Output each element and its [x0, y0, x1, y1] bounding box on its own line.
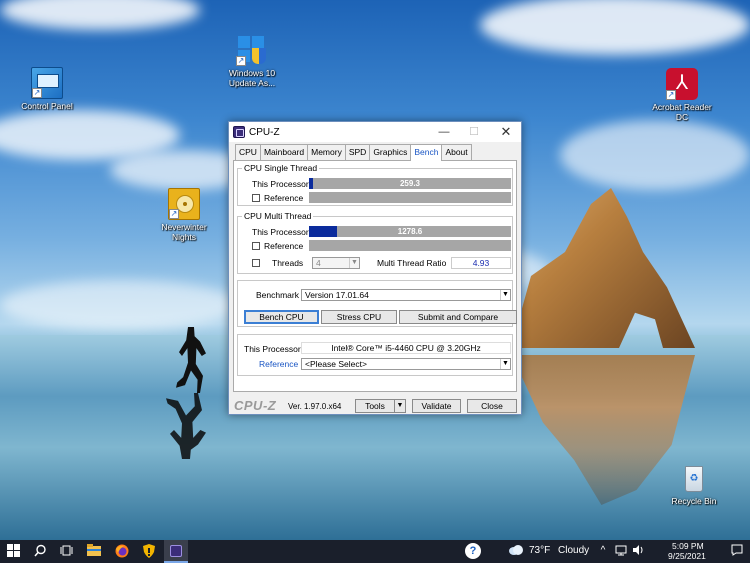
- help-icon[interactable]: ?: [465, 543, 481, 559]
- version-label: Ver. 1.97.0.x64: [288, 402, 342, 411]
- threads-value: 4: [316, 258, 321, 268]
- multi-thread-group: CPU Multi Thread This Processor 1278.6 R…: [237, 211, 513, 274]
- task-view-icon[interactable]: [59, 544, 73, 558]
- weather-cloud-icon[interactable]: [508, 544, 524, 558]
- reference-processor-value: <Please Select>: [305, 359, 367, 369]
- single-reference-label: Reference: [264, 193, 304, 203]
- tab-spd[interactable]: SPD: [344, 144, 371, 160]
- cpuz-window: CPU-Z — ☐ ✕ CPU Mainboard Memory SPD Gra…: [228, 121, 522, 415]
- threads-select[interactable]: 4 ▼: [312, 257, 360, 269]
- maximize-button[interactable]: ☐: [459, 122, 489, 142]
- tab-mainboard[interactable]: Mainboard: [259, 144, 309, 160]
- tools-dropdown-button[interactable]: ▼: [394, 399, 406, 413]
- multi-thread-ratio-value: 4.93: [451, 257, 511, 269]
- tab-graphics[interactable]: Graphics: [369, 144, 412, 160]
- processor-name-value: Intel® Core™ i5-4460 CPU @ 3.20GHz: [301, 342, 511, 354]
- volume-icon[interactable]: [631, 544, 645, 558]
- chevron-down-icon: ▼: [349, 258, 359, 268]
- notification-icon[interactable]: [730, 544, 744, 558]
- weather-temp[interactable]: 73°F: [529, 545, 550, 556]
- chevron-up-icon[interactable]: ^: [596, 544, 610, 558]
- benchmark-version-value: Version 17.01.64: [305, 290, 369, 300]
- multi-reference-label: Reference: [264, 241, 304, 251]
- desktop-icon-windows-update[interactable]: ↗ Windows 10 Update As...: [222, 34, 282, 88]
- multi-this-processor-label: This Processor: [252, 227, 309, 237]
- security-shield-icon[interactable]: [142, 544, 156, 558]
- tab-bench[interactable]: Bench: [410, 144, 443, 161]
- desktop-icon-recycle-bin[interactable]: ♻ Recycle Bin: [664, 462, 724, 506]
- clock-time[interactable]: 5:09 PM: [672, 541, 704, 551]
- single-this-processor-label: This Processor: [252, 179, 309, 189]
- single-reference-checkbox[interactable]: [252, 194, 260, 202]
- desktop-icon-control-panel[interactable]: ↗ Control Panel: [17, 67, 77, 111]
- bench-cpu-button[interactable]: Bench CPU: [244, 310, 319, 324]
- desktop-icon-neverwinter-nights[interactable]: ↗ Neverwinter Nights: [154, 188, 214, 242]
- multi-thread-title: CPU Multi Thread: [242, 211, 314, 221]
- control-panel-icon: ↗: [31, 67, 63, 99]
- stress-cpu-button[interactable]: Stress CPU: [321, 310, 397, 324]
- taskbar: ? 73°F Cloudy ^ 5:09 PM 9/25/2021: [0, 540, 750, 563]
- tab-cpu[interactable]: CPU: [235, 144, 261, 160]
- processor-info-group: This Processor Intel® Core™ i5-4460 CPU …: [237, 334, 513, 376]
- minimize-button[interactable]: —: [429, 122, 459, 142]
- benchmark-label: Benchmark: [256, 290, 299, 300]
- chevron-down-icon: ▼: [500, 359, 510, 369]
- submit-compare-button[interactable]: Submit and Compare: [399, 310, 517, 324]
- taskbar-cpuz-button[interactable]: [164, 540, 188, 563]
- firefox-icon[interactable]: [115, 544, 129, 558]
- validate-button[interactable]: Validate: [412, 399, 461, 413]
- single-thread-title: CPU Single Thread: [242, 163, 320, 173]
- multi-thread-ratio-label: Multi Thread Ratio: [377, 258, 447, 268]
- neverwinter-disc-icon: ↗: [168, 188, 200, 220]
- weather-desc[interactable]: Cloudy: [558, 545, 589, 556]
- chevron-down-icon: ▼: [396, 402, 404, 409]
- benchmark-group: Benchmark Version 17.01.64 ▼ Bench CPU S…: [237, 280, 517, 327]
- chevron-down-icon: ▼: [500, 290, 510, 300]
- tab-about[interactable]: About: [441, 144, 472, 160]
- benchmark-version-select[interactable]: Version 17.01.64 ▼: [301, 289, 511, 301]
- threads-checkbox[interactable]: [252, 259, 260, 267]
- acrobat-reader-icon: ⅄ ↗: [666, 68, 698, 100]
- search-icon[interactable]: [33, 544, 47, 558]
- desktop-icon-acrobat-reader[interactable]: ⅄ ↗ Acrobat Reader DC: [652, 68, 712, 122]
- file-explorer-icon[interactable]: [87, 544, 101, 558]
- cpuz-app-icon: [233, 126, 245, 138]
- multi-reference-checkbox[interactable]: [252, 242, 260, 250]
- window-footer: CPU-Z Ver. 1.97.0.x64 Tools ▼ Validate C…: [229, 396, 521, 416]
- multi-thread-score: 1278.6: [397, 227, 423, 236]
- info-this-processor-label: This Processor: [244, 344, 301, 354]
- threads-label: Threads: [272, 258, 304, 268]
- window-titlebar[interactable]: CPU-Z — ☐ ✕: [229, 122, 521, 142]
- cpuz-logo: CPU-Z: [234, 398, 277, 413]
- tab-bar: CPU Mainboard Memory SPD Graphics Bench …: [235, 144, 472, 161]
- single-thread-score: 259.3: [399, 179, 421, 188]
- tools-button[interactable]: Tools: [355, 399, 395, 413]
- recycle-bin-icon: ♻: [678, 462, 710, 494]
- cpuz-app-icon: [170, 545, 182, 557]
- reference-processor-select[interactable]: <Please Select> ▼: [301, 358, 511, 370]
- tab-memory[interactable]: Memory: [307, 144, 346, 160]
- info-reference-label: Reference: [259, 359, 299, 369]
- single-reference-bar: [309, 192, 511, 203]
- close-button[interactable]: Close: [467, 399, 517, 413]
- multi-thread-score-bar: 1278.6: [309, 226, 511, 237]
- window-title: CPU-Z: [249, 126, 280, 138]
- single-thread-score-bar: 259.3: [309, 178, 511, 189]
- multi-reference-bar: [309, 240, 511, 251]
- clock-date[interactable]: 9/25/2021: [668, 551, 706, 561]
- close-window-button[interactable]: ✕: [491, 122, 521, 142]
- bench-panel: CPU Single Thread This Processor 259.3 R…: [233, 160, 517, 392]
- windows-update-icon: ↗: [236, 34, 268, 66]
- single-thread-group: CPU Single Thread This Processor 259.3 R…: [237, 163, 513, 206]
- windows-start-icon[interactable]: [6, 544, 20, 558]
- network-icon[interactable]: [614, 544, 628, 558]
